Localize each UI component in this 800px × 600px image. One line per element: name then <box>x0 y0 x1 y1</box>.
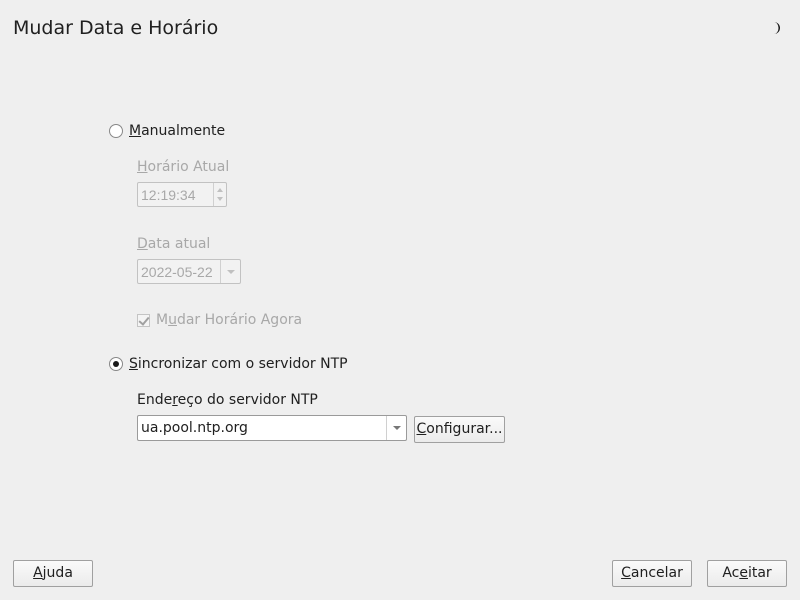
current-time-label: Horário Atual <box>137 159 230 175</box>
accept-button[interactable]: Aceitar <box>707 560 787 587</box>
current-date-picker: 2022-05-22 <box>137 259 241 284</box>
chevron-down-icon <box>220 260 240 283</box>
cancel-button[interactable]: Cancelar <box>612 560 692 587</box>
chevron-down-icon[interactable] <box>386 416 406 440</box>
current-time-spinbox: 12:19:34 <box>137 182 227 207</box>
help-button[interactable]: Ajuda <box>13 560 93 587</box>
change-time-now-checkbox <box>137 314 150 327</box>
change-time-now-label: Mudar Horário Agora <box>156 312 303 328</box>
spin-up-icon <box>217 188 223 192</box>
manual-radio-label[interactable]: Manualmente <box>129 123 225 139</box>
yast-date-time-dialog: Mudar Data e Horário Manualmente Horário… <box>0 0 800 600</box>
ntp-address-label: Endereço do servidor NTP <box>137 392 318 408</box>
dialog-title: Mudar Data e Horário <box>13 17 219 39</box>
current-date-label: Data atual <box>137 236 211 252</box>
time-spin-buttons <box>213 183 226 206</box>
configure-button[interactable]: Configurar... <box>414 416 505 443</box>
manual-radio[interactable] <box>109 124 123 138</box>
ntp-sync-radio[interactable] <box>109 357 123 371</box>
half-moon-icon[interactable] <box>768 20 784 36</box>
spin-down-icon <box>217 197 223 201</box>
ntp-sync-radio-label[interactable]: Sincronizar com o servidor NTP <box>129 356 348 372</box>
ntp-address-combobox[interactable]: ua.pool.ntp.org <box>137 415 407 441</box>
